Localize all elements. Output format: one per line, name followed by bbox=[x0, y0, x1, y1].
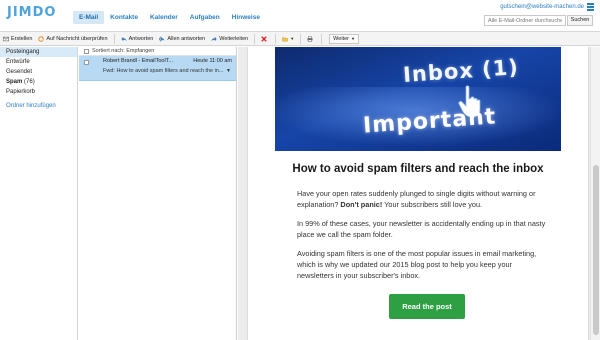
nav-contacts[interactable]: Kontakte bbox=[104, 11, 144, 24]
delete-icon bbox=[261, 35, 267, 42]
chevron-down-icon: ▼ bbox=[290, 36, 295, 41]
reading-pane: Inbox (1) Important How to avoid spam fi… bbox=[238, 47, 600, 340]
read-post-button[interactable]: Read the post bbox=[389, 294, 465, 319]
reply-icon bbox=[120, 36, 127, 41]
check-mail-button[interactable]: Auf Nachricht überprüfen bbox=[35, 32, 110, 46]
reply-all-icon bbox=[159, 36, 165, 41]
forward-label: Weiterleiten bbox=[219, 35, 249, 42]
folder-spam[interactable]: Spam (76) bbox=[0, 77, 77, 87]
nav-calendar[interactable]: Kalender bbox=[144, 11, 184, 24]
scrollbar-thumb[interactable] bbox=[593, 165, 599, 335]
folder-inbox[interactable]: Posteingang bbox=[0, 47, 77, 57]
chevron-down-icon: ▼ bbox=[350, 35, 355, 41]
message-time: Heute 11:00 am bbox=[193, 58, 232, 64]
email-hero-image: Inbox (1) Important bbox=[275, 47, 561, 151]
message-checkbox[interactable] bbox=[84, 60, 89, 65]
reply-label: Antworten bbox=[128, 35, 154, 42]
main-nav: E-Mail Kontakte Kalender Aufgaben Hinwei… bbox=[73, 11, 266, 24]
nav-tasks[interactable]: Aufgaben bbox=[184, 11, 226, 24]
select-all-checkbox[interactable] bbox=[84, 48, 89, 54]
email-body: Inbox (1) Important How to avoid spam fi… bbox=[247, 47, 589, 340]
message-list: Sortiert nach: Empfangen Robert Brandl -… bbox=[79, 47, 237, 340]
message-sender: Robert Brandl - EmailToolT... bbox=[103, 58, 173, 64]
reply-all-button[interactable]: Allen antworten bbox=[156, 32, 208, 46]
app-header: JIMDO E-Mail Kontakte Kalender Aufgaben … bbox=[0, 0, 600, 32]
banner-text-inbox: Inbox (1) bbox=[402, 54, 520, 88]
reply-all-label: Allen antworten bbox=[167, 35, 206, 42]
search-input[interactable] bbox=[484, 15, 566, 26]
add-folder-link[interactable]: Ordner hinzufügen bbox=[0, 103, 77, 109]
sort-bar[interactable]: Sortiert nach: Empfangen bbox=[79, 47, 236, 56]
nav-email[interactable]: E-Mail bbox=[73, 11, 105, 24]
email-paragraph: Have your open rates suddenly plunged to… bbox=[297, 188, 547, 210]
toolbar-divider bbox=[275, 33, 277, 44]
email-paragraph: Avoiding spam filters is one of the most… bbox=[297, 249, 537, 280]
create-button[interactable]: Erstellen bbox=[0, 32, 35, 46]
email-paragraph: In 99% of these cases, your newsletter i… bbox=[297, 219, 546, 239]
jimdo-logo[interactable]: JIMDO bbox=[7, 5, 56, 20]
menu-icon[interactable] bbox=[587, 3, 594, 11]
folder-trash[interactable]: Papierkorb bbox=[0, 87, 77, 97]
toolbar-divider bbox=[254, 33, 256, 44]
create-label: Erstellen bbox=[11, 35, 33, 42]
folder-label: Entwürfe bbox=[6, 59, 30, 65]
unread-count: (76) bbox=[24, 79, 35, 85]
move-folder-button[interactable]: ▼ bbox=[279, 32, 297, 46]
chevron-down-icon[interactable]: ▼ bbox=[226, 68, 231, 74]
compose-icon bbox=[3, 36, 9, 41]
email-emphasis: Don't panic! bbox=[340, 200, 383, 209]
search-button[interactable]: Suchen bbox=[567, 15, 593, 26]
folder-drafts[interactable]: Entwürfe bbox=[0, 57, 77, 67]
email-text: Your subscribers still love you. bbox=[382, 200, 483, 209]
toolbar: Erstellen Auf Nachricht überprüfen Antwo… bbox=[0, 32, 600, 46]
message-subject: Fwd: How to avoid spam filters and reach… bbox=[103, 68, 224, 74]
toolbar-divider bbox=[113, 33, 115, 44]
forward-button[interactable]: Weiterleiten bbox=[208, 32, 251, 46]
nav-notes[interactable]: Hinweise bbox=[226, 11, 266, 24]
folder-label: Papierkorb bbox=[6, 89, 36, 95]
vertical-scrollbar[interactable] bbox=[590, 47, 600, 340]
delete-button[interactable] bbox=[258, 32, 272, 46]
email-headline: How to avoid spam filters and reach the … bbox=[292, 163, 544, 175]
folder-sidebar: Posteingang Entwürfe Gesendet Spam (76) … bbox=[0, 47, 78, 340]
forward-icon bbox=[211, 36, 217, 41]
message-row[interactable]: Robert Brandl - EmailToolT... Heute 11:0… bbox=[79, 56, 236, 81]
sort-label: Sortiert nach: Empfangen bbox=[92, 48, 155, 54]
print-icon bbox=[307, 35, 313, 42]
print-button[interactable] bbox=[304, 32, 318, 46]
refresh-icon bbox=[38, 35, 45, 42]
toolbar-divider bbox=[321, 33, 323, 44]
folder-icon bbox=[282, 36, 289, 41]
toolbar-divider bbox=[300, 33, 302, 44]
user-email-link[interactable]: gutschein@website-machen.de bbox=[500, 4, 584, 10]
more-button[interactable]: Weiter ▼ bbox=[329, 33, 359, 44]
more-label: Weiter bbox=[333, 35, 349, 42]
check-mail-label: Auf Nachricht überprüfen bbox=[46, 35, 108, 42]
folder-sent[interactable]: Gesendet bbox=[0, 67, 77, 77]
reply-button[interactable]: Antworten bbox=[118, 32, 157, 46]
folder-label: Gesendet bbox=[6, 69, 33, 75]
folder-label: Posteingang bbox=[6, 49, 40, 55]
folder-label: Spam bbox=[6, 79, 23, 85]
